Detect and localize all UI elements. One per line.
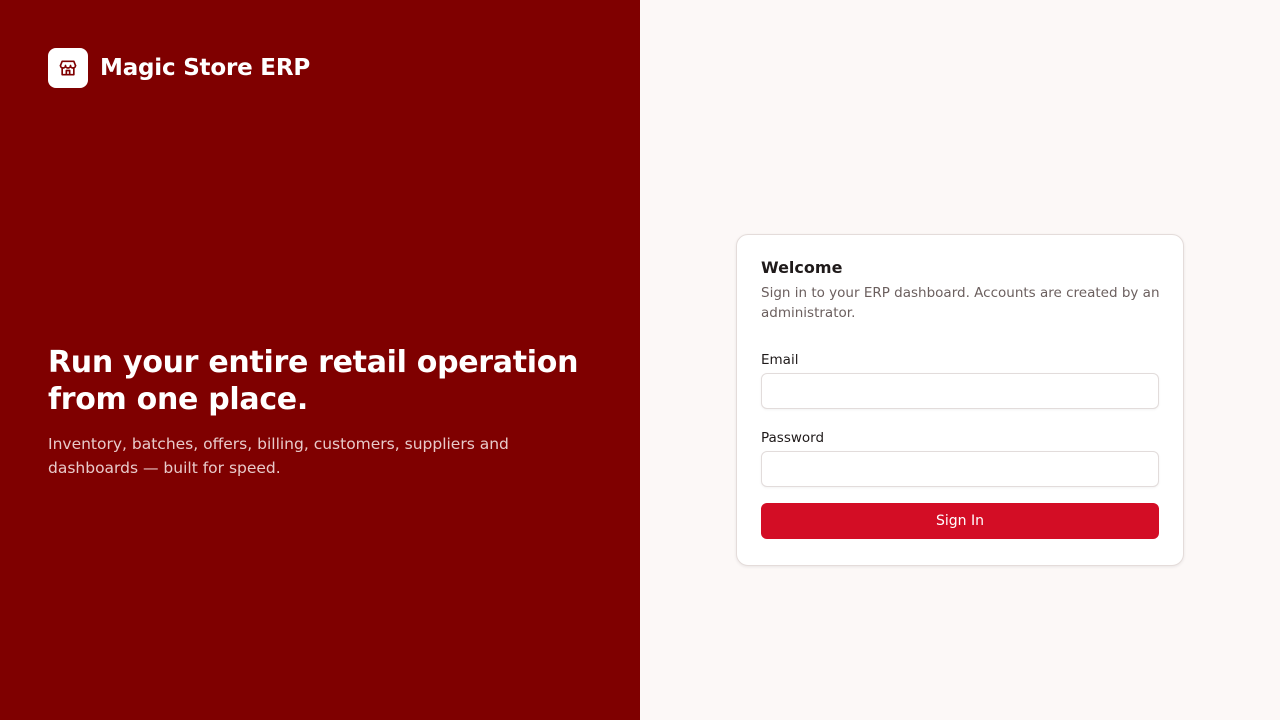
password-field[interactable] (761, 451, 1159, 487)
login-card: Welcome Sign in to your ERP dashboard. A… (736, 234, 1184, 566)
password-label: Password (761, 430, 825, 446)
email-label: Email (761, 352, 799, 368)
brand-panel: Magic Store ERP Run your entire retail o… (0, 0, 640, 720)
login-panel: Welcome Sign in to your ERP dashboard. A… (640, 0, 1280, 720)
brand-logo (48, 48, 88, 88)
login-page: Magic Store ERP Run your entire retail o… (0, 0, 1280, 720)
email-field[interactable] (761, 373, 1159, 409)
brand-header: Magic Store ERP (48, 48, 310, 88)
login-subtitle: Sign in to your ERP dashboard. Accounts … (761, 285, 1160, 321)
hero-subtitle: Inventory, batches, offers, billing, cus… (48, 435, 509, 477)
login-title: Welcome (761, 258, 843, 277)
hero-title: Run your entire retail operation from on… (48, 345, 579, 417)
brand-name: Magic Store ERP (100, 55, 310, 81)
sign-in-button[interactable]: Sign In (761, 503, 1159, 539)
hero: Run your entire retail operation from on… (48, 344, 608, 480)
storefront-icon (59, 60, 77, 76)
